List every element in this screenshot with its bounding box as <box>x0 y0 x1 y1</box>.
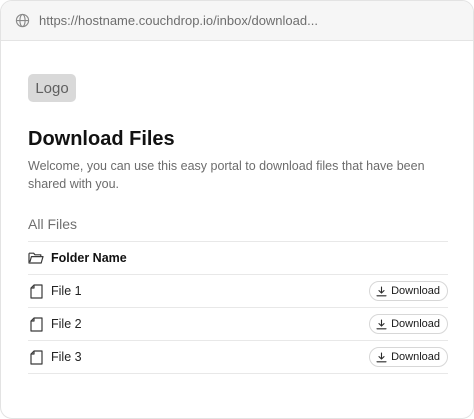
download-icon <box>376 318 387 330</box>
folder-icon <box>28 250 44 266</box>
download-button[interactable]: Download <box>369 347 448 367</box>
page-title: Download Files <box>28 128 175 150</box>
download-button[interactable]: Download <box>369 314 448 334</box>
file-name: File 1 <box>51 284 82 298</box>
page-subtitle: Welcome, you can use this easy portal to… <box>28 159 425 191</box>
browser-window: https://hostname.couchdrop.io/inbox/down… <box>0 0 474 419</box>
file-row: File 2 Download <box>28 308 448 341</box>
download-button-label: Download <box>391 351 440 363</box>
file-icon <box>28 283 44 299</box>
logo: Logo <box>28 74 76 102</box>
download-icon <box>376 285 387 297</box>
file-name: File 2 <box>51 317 82 331</box>
globe-icon <box>14 13 30 29</box>
file-name: File 3 <box>51 350 82 364</box>
file-row: File 1 Download <box>28 275 448 308</box>
address-bar[interactable]: https://hostname.couchdrop.io/inbox/down… <box>1 1 473 41</box>
file-row: File 3 Download <box>28 341 448 374</box>
folder-name: Folder Name <box>51 251 127 265</box>
url-text[interactable]: https://hostname.couchdrop.io/inbox/down… <box>39 13 318 28</box>
folder-row[interactable]: Folder Name <box>28 242 448 275</box>
download-button-label: Download <box>391 285 440 297</box>
section-label-all-files: All Files <box>28 216 78 232</box>
download-button[interactable]: Download <box>369 281 448 301</box>
file-icon <box>28 349 44 365</box>
download-button-label: Download <box>391 318 440 330</box>
file-icon <box>28 316 44 332</box>
file-list: Folder Name File 1 Download File 2 Downl… <box>28 241 448 374</box>
download-icon <box>376 351 387 363</box>
